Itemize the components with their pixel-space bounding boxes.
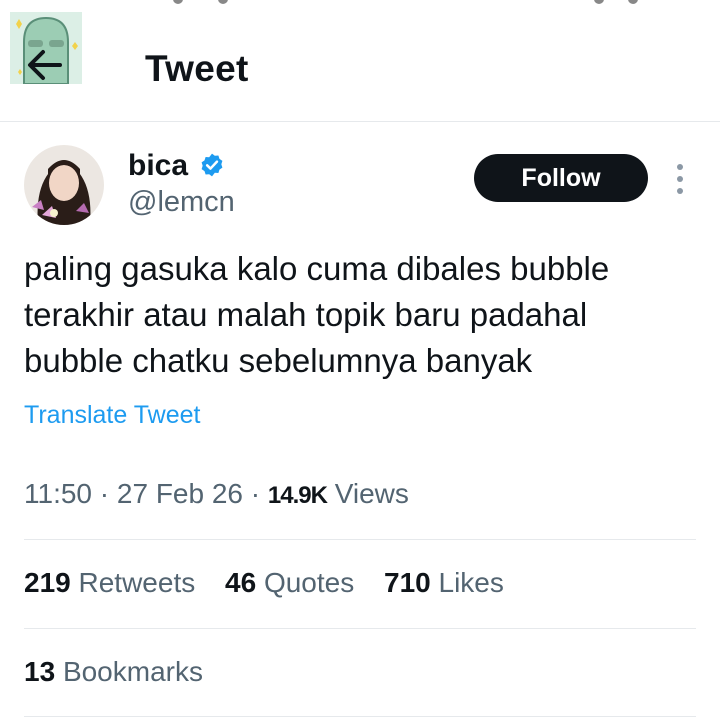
follow-button[interactable]: Follow [474, 154, 648, 202]
retweets-label: Retweets [78, 567, 196, 598]
header: Tweet [0, 0, 720, 122]
back-button[interactable] [10, 12, 82, 84]
likes-count: 710 [384, 567, 431, 598]
bookmarks-count: 13 [24, 656, 56, 687]
quotes-label: Quotes [263, 567, 355, 598]
translate-tweet-link[interactable]: Translate Tweet [24, 401, 200, 430]
retweets-count: 219 [24, 567, 71, 598]
divider [24, 539, 696, 540]
likes-stat[interactable]: 710 Likes [384, 567, 504, 598]
bookmarks-label: Bookmarks [62, 656, 203, 687]
retweets-stat[interactable]: 219 Retweets [24, 567, 195, 598]
tweet-time: 11:50 [24, 478, 92, 509]
likes-label: Likes [438, 567, 504, 598]
views-label: Views [334, 478, 409, 509]
tweet-date: 27 Feb 26 [116, 478, 243, 509]
avatar-image [24, 145, 104, 225]
bookmarks-stat[interactable]: 13 Bookmarks [24, 656, 203, 688]
divider [24, 716, 696, 717]
meta-separator: · [250, 478, 261, 509]
quotes-count: 46 [225, 567, 257, 598]
author-handle[interactable]: @lemcn [128, 186, 235, 219]
tweet-text: paling gasuka kalo cuma dibales bubble t… [24, 250, 610, 379]
author-name[interactable]: bica [128, 149, 188, 183]
meta-separator: · [99, 478, 110, 509]
arrow-left-icon [28, 50, 62, 80]
page-title: Tweet [145, 48, 249, 89]
stats-row: 219 Retweets 46 Quotes 710 Likes [24, 567, 526, 599]
divider [24, 628, 696, 629]
author-avatar[interactable] [24, 145, 104, 225]
verified-badge-icon [201, 153, 223, 177]
tweet-meta: 11:50 · 27 Feb 26 · 14.9K Views [24, 478, 409, 510]
quotes-stat[interactable]: 46 Quotes [225, 567, 354, 598]
more-vertical-icon[interactable] [668, 162, 692, 196]
views-count: 14.9K [267, 482, 328, 509]
